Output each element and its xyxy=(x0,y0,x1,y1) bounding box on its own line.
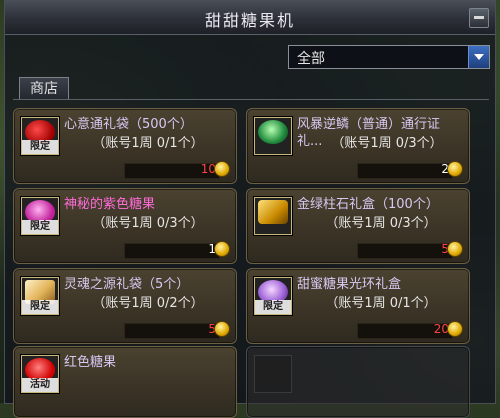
title-bar[interactable]: 甜甜糖果机 xyxy=(5,0,495,35)
price-bar xyxy=(357,163,453,179)
item-tag: 活动 xyxy=(22,378,58,392)
price-bar xyxy=(357,243,453,259)
window-title: 甜甜糖果机 xyxy=(204,11,295,30)
item-tag: 限定 xyxy=(22,300,58,314)
green-scale-icon xyxy=(254,117,292,155)
item-name: 心意通礼袋（500个） xyxy=(64,117,193,132)
shop-item-card[interactable]: 活动 红色糖果 xyxy=(13,346,237,418)
shop-item-card[interactable]: 风暴逆鳞（普通）通行证礼... （账号1周 0/3个） 2 xyxy=(246,108,470,184)
item-tag: 限定 xyxy=(22,220,58,234)
item-name: 甜蜜糖果光环礼盒 xyxy=(297,277,402,292)
item-name: 灵魂之源礼袋（5个） xyxy=(64,277,190,292)
coin-icon xyxy=(447,241,463,257)
shop-item-card[interactable]: 限定 甜蜜糖果光环礼盒 （账号1周 0/1个） 20 xyxy=(246,268,470,344)
item-limit: （账号1周 0/1个） xyxy=(92,136,204,151)
coin-icon xyxy=(447,161,463,177)
empty-thumb xyxy=(254,355,292,393)
item-limit: （账号1周 0/3个） xyxy=(325,216,437,231)
empty-item-slot xyxy=(246,346,470,418)
soul-bag-icon: 限定 xyxy=(21,277,59,315)
item-limit: （账号1周 0/1个） xyxy=(325,296,437,311)
coin-icon xyxy=(214,321,230,337)
shop-item-card[interactable]: 限定 心意通礼袋（500个） （账号1周 0/1个） 10 xyxy=(13,108,237,184)
item-name: 金绿柱石礼盒（100个） xyxy=(297,197,439,212)
coin-icon xyxy=(447,321,463,337)
coin-icon xyxy=(214,161,230,177)
tab-divider xyxy=(13,99,489,100)
item-limit: （账号1周 0/3个） xyxy=(331,136,443,151)
red-bag-icon: 限定 xyxy=(21,117,59,155)
shop-item-card[interactable]: 限定 灵魂之源礼袋（5个） （账号1周 0/2个） 5 xyxy=(13,268,237,344)
candy-machine-window: 甜甜糖果机 全部 商店 限定 心意通礼袋（500个） （账号1周 0/1个） 1… xyxy=(4,0,496,418)
filter-selected-value: 全部 xyxy=(297,51,325,67)
item-limit: （账号1周 0/2个） xyxy=(92,296,204,311)
gold-gem-box-icon xyxy=(254,197,292,235)
item-tag: 限定 xyxy=(22,140,58,154)
filter-dropdown[interactable]: 全部 xyxy=(288,45,490,69)
purple-candy-icon: 限定 xyxy=(21,197,59,235)
shop-item-card[interactable]: 金绿柱石礼盒（100个） （账号1周 0/3个） 5 xyxy=(246,188,470,264)
shop-item-card[interactable]: 限定 神秘的紫色糖果 （账号1周 0/3个） 1 xyxy=(13,188,237,264)
coin-icon xyxy=(214,241,230,257)
price-bar xyxy=(124,243,220,259)
item-name: 神秘的紫色糖果 xyxy=(64,197,156,212)
price-bar xyxy=(124,323,220,339)
item-limit: （账号1周 0/3个） xyxy=(92,216,204,231)
minimize-button[interactable] xyxy=(469,8,489,28)
candy-aura-box-icon: 限定 xyxy=(254,277,292,315)
red-candy-icon: 活动 xyxy=(21,355,59,393)
item-name: 红色糖果 xyxy=(64,355,117,370)
tab-shop[interactable]: 商店 xyxy=(19,77,69,100)
item-tag: 限定 xyxy=(255,300,291,314)
chevron-down-icon[interactable] xyxy=(468,46,489,68)
